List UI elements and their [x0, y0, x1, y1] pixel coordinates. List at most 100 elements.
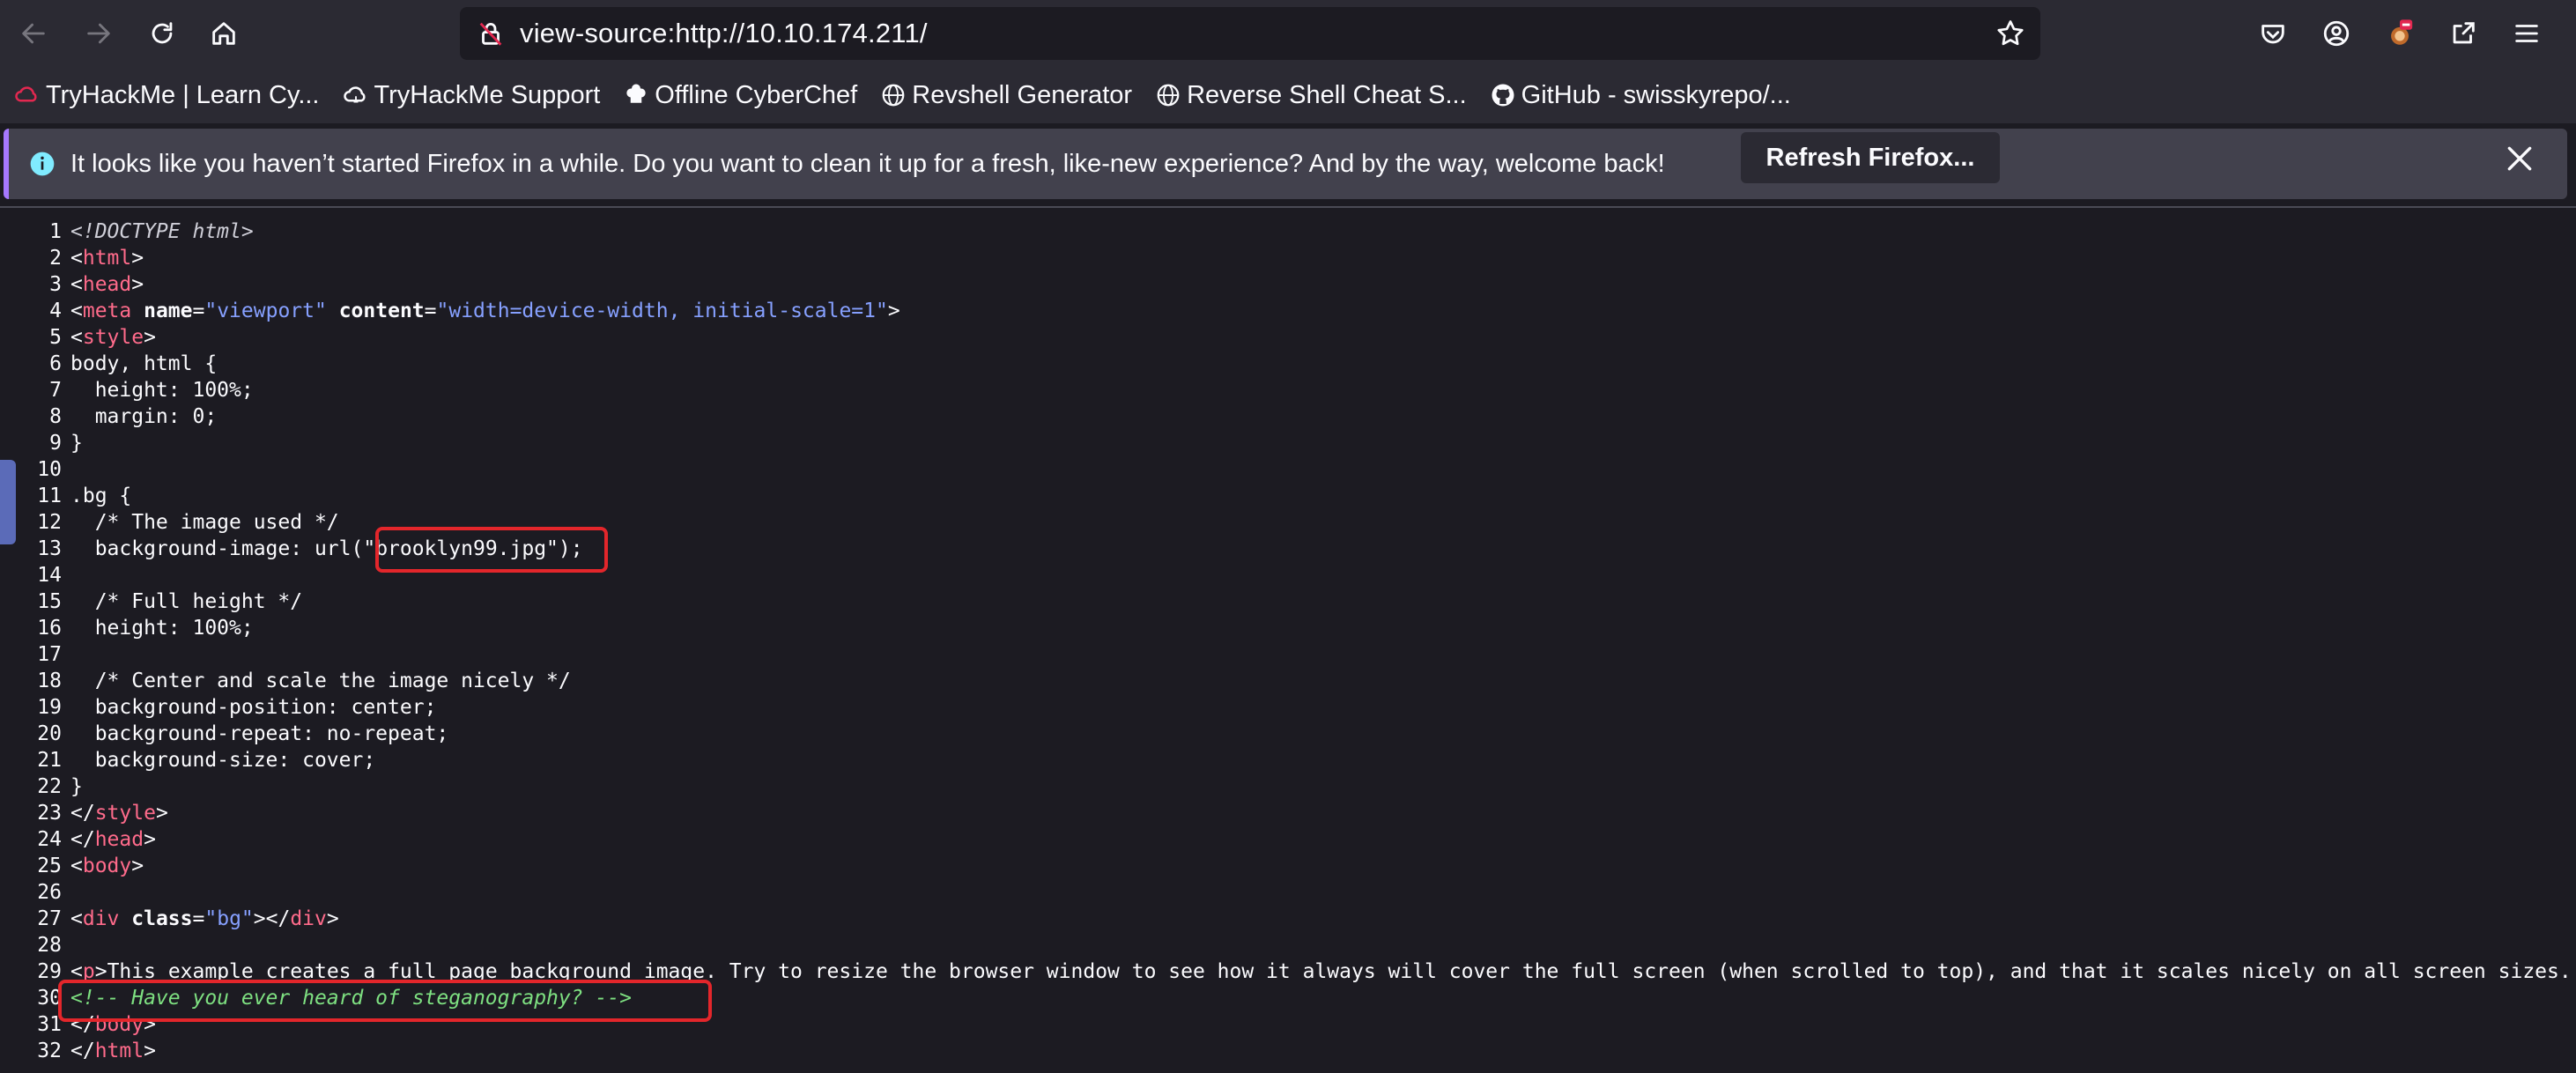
refresh-firefox-button[interactable]: Refresh Firefox... — [1741, 132, 2000, 183]
line-number: 27 — [37, 907, 62, 930]
bookmark-cyberchef[interactable]: Offline CyberChef — [618, 74, 862, 116]
code-text: /* Center and scale the image nicely */ — [70, 670, 571, 692]
notification-area: It looks like you haven’t started Firefo… — [0, 123, 2576, 208]
divider — [0, 206, 2576, 208]
code-text: height: 100%; — [70, 379, 254, 402]
notification-message: It looks like you haven’t started Firefo… — [70, 149, 1665, 178]
line-number: 26 — [37, 881, 62, 904]
bookmark-tryhackme[interactable]: TryHackMe | Learn Cy... — [9, 74, 325, 116]
bookmark-label: GitHub - swisskyrepo/... — [1521, 80, 1791, 109]
reload-icon[interactable] — [143, 14, 181, 53]
tag-style: style — [94, 802, 156, 825]
code-text: background-position: center; — [70, 696, 437, 719]
line-number: 2 — [49, 247, 62, 270]
highlight-box-comment — [58, 980, 712, 1022]
close-icon[interactable] — [2502, 141, 2537, 176]
star-icon[interactable] — [1995, 18, 2026, 49]
line-number: 16 — [37, 617, 62, 640]
line-number: 6 — [49, 352, 62, 375]
line-number: 23 — [37, 802, 62, 825]
home-icon[interactable] — [204, 14, 243, 53]
forward-arrow-icon[interactable] — [79, 14, 118, 53]
code-text: background-size: cover; — [70, 749, 376, 772]
line-number: 32 — [37, 1040, 62, 1062]
back-arrow-icon[interactable] — [14, 14, 53, 53]
tag-html: html — [82, 247, 132, 270]
github-icon — [1490, 82, 1516, 108]
line-number: 8 — [49, 405, 62, 428]
line-number: 24 — [37, 828, 62, 851]
bookmark-label: TryHackMe | Learn Cy... — [46, 80, 320, 109]
line-number: 21 — [37, 749, 62, 772]
tag-div: div — [82, 907, 120, 930]
extension-icon[interactable] — [2380, 14, 2419, 53]
attr-class: class — [131, 907, 193, 930]
globe-icon — [1155, 82, 1181, 108]
url-bar[interactable]: view-source:http://10.10.174.211/ — [460, 7, 2040, 60]
tag-head: head — [82, 273, 132, 296]
attr-content: content — [338, 300, 425, 322]
account-icon[interactable] — [2317, 14, 2356, 53]
code-text: height: 100%; — [70, 617, 254, 640]
attr-value: "width=device-width, initial-scale=1" — [436, 300, 888, 322]
bookmark-label: Revshell Generator — [912, 80, 1133, 109]
source-view: 1 <!DOCTYPE html> 2 <html> 3 <head> 4 <meta … — [0, 218, 2576, 1073]
tag-style: style — [82, 326, 144, 349]
tag-body: body — [82, 855, 132, 877]
bookmark-label: TryHackMe Support — [374, 80, 601, 109]
globe-icon — [880, 82, 907, 108]
bookmark-label: Reverse Shell Cheat S... — [1187, 80, 1467, 109]
code-text: /* Full height */ — [70, 590, 303, 613]
highlight-box-filename — [375, 527, 608, 573]
line-number: 4 — [49, 300, 62, 322]
tryhackme-icon — [14, 82, 41, 108]
attr-name: name — [144, 300, 193, 322]
share-icon[interactable] — [2444, 14, 2483, 53]
tag-html: html — [94, 1040, 144, 1062]
chef-icon — [623, 82, 649, 108]
sidebar-handle[interactable] — [0, 460, 16, 544]
line-number: 5 — [49, 326, 62, 349]
attr-value: "bg" — [204, 907, 254, 930]
support-icon — [343, 82, 369, 108]
url-text[interactable]: view-source:http://10.10.174.211/ — [520, 18, 928, 49]
code-text: } — [70, 775, 83, 798]
line-number: 20 — [37, 722, 62, 745]
line-number: 22 — [37, 775, 62, 798]
tag-div: div — [290, 907, 327, 930]
bookmark-github-swisskyrepo[interactable]: GitHub - swisskyrepo/... — [1484, 74, 1796, 116]
pocket-icon[interactable] — [2254, 14, 2292, 53]
line-number: 1 — [49, 220, 62, 243]
line-number: 3 — [49, 273, 62, 296]
attr-value: "viewport" — [204, 300, 327, 322]
code-text: body, html { — [70, 352, 218, 375]
doctype: <!DOCTYPE html> — [70, 220, 254, 243]
code-text: background-image: url( — [70, 537, 364, 560]
line-number: 17 — [37, 643, 62, 666]
menu-icon[interactable] — [2507, 14, 2546, 53]
line-number: 15 — [37, 590, 62, 613]
code-text: margin: 0; — [70, 405, 218, 428]
info-icon — [28, 149, 58, 179]
code-text: } — [70, 432, 83, 455]
line-number: 25 — [37, 855, 62, 877]
code-text: .bg { — [70, 485, 132, 507]
line-number: 28 — [37, 934, 62, 957]
tag-meta: meta — [82, 300, 132, 322]
line-number: 14 — [37, 564, 62, 587]
browser-toolbar: view-source:http://10.10.174.211/ — [0, 0, 2576, 67]
code-text: /* The image used */ — [70, 511, 339, 534]
bookmark-label: Offline CyberChef — [655, 80, 858, 109]
bookmark-reverse-shell-cheat[interactable]: Reverse Shell Cheat S... — [1150, 74, 1472, 116]
tag-head: head — [94, 828, 144, 851]
code-text: background-repeat: no-repeat; — [70, 722, 449, 745]
lock-icon[interactable] — [476, 18, 507, 49]
bookmark-revshell-generator[interactable]: Revshell Generator — [875, 74, 1137, 116]
line-number: 7 — [49, 379, 62, 402]
bookmarks-toolbar: TryHackMe | Learn Cy... TryHackMe Suppor… — [0, 67, 2576, 123]
line-number: 19 — [37, 696, 62, 719]
bookmark-tryhackme-support[interactable]: TryHackMe Support — [337, 74, 606, 116]
line-number: 9 — [49, 432, 62, 455]
line-number: 18 — [37, 670, 62, 692]
refresh-notification-bar: It looks like you haven’t started Firefo… — [4, 129, 2567, 199]
